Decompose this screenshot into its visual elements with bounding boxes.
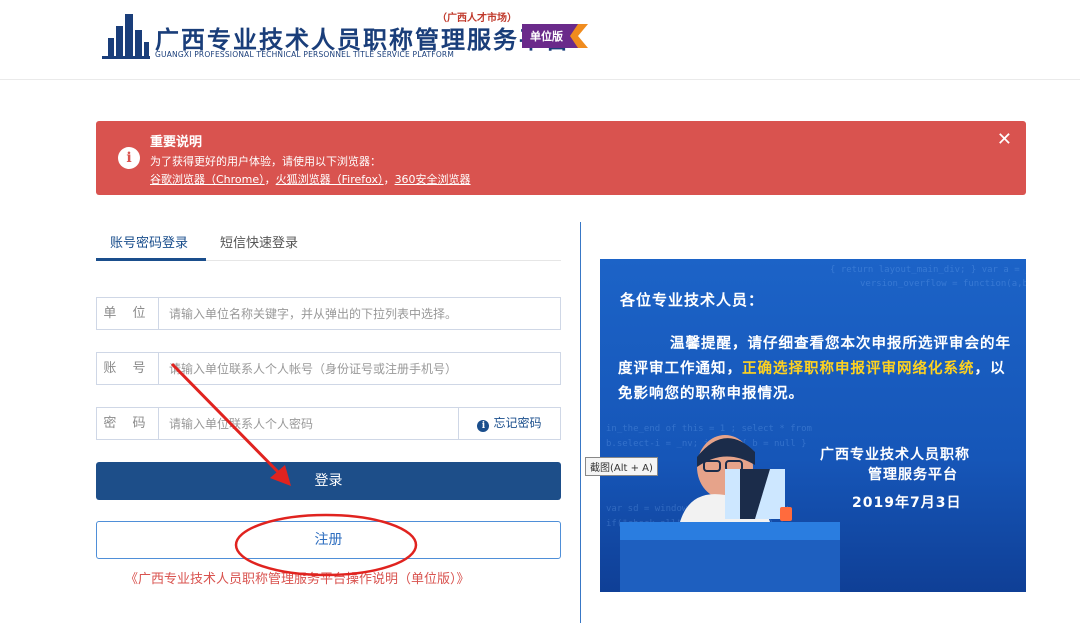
notice-title: 重要说明 [150,135,203,150]
building-logo-icon [102,14,150,59]
announcement-banner: { return layout_main_div; } var a = _nex… [600,259,1026,592]
banner-highlight: 正确选择职称申报评审网络化系统 [742,361,975,377]
banner-org-line2: 管理服务平台 [868,467,958,483]
unit-input[interactable] [159,298,559,329]
forget-password-label: 忘记密码 [493,416,542,430]
unit-label: 单 位 [97,298,159,329]
screenshot-tooltip: 截图(Alt + A) [585,457,658,476]
info-icon: i [118,147,140,169]
vertical-divider [580,222,581,623]
chrome-link[interactable]: 谷歌浏览器（Chrome） [150,173,265,186]
browser-notice: i 重要说明 为了获得更好的用户体验，请使用以下浏览器： 谷歌浏览器（Chrom… [96,121,1026,195]
code-texture: { return layout_main_div; } var a = _nex… [830,265,1026,275]
360-browser-link[interactable]: 360安全浏览器 [395,173,471,186]
link-separator: ， [383,173,395,186]
password-input[interactable] [159,408,457,439]
manual-link[interactable]: 《广西专业技术人员职称管理服务平台操作说明（单位版）》 [125,568,470,587]
password-field: 密 码 i 忘记密码 [96,407,561,440]
banner-message: 温馨提醒，请仔细查看您本次申报所选评审会的年度评审工作通知，正确选择职称申报评审… [618,332,1018,407]
firefox-link[interactable]: 火狐浏览器（Firefox） [276,173,384,186]
account-label: 账 号 [97,353,159,384]
forget-password-button[interactable]: i 忘记密码 [458,408,560,439]
account-input[interactable] [159,353,559,384]
account-field: 账 号 [96,352,561,385]
office-worker-illustration [620,435,840,592]
info-icon: i [477,420,490,432]
close-icon[interactable]: ✕ [997,129,1012,150]
code-texture: version_overflow = function(a,b) [860,279,1026,289]
banner-date: 2019年7月3日 [852,495,962,511]
link-separator: ， [264,173,276,186]
notice-message: 为了获得更好的用户体验，请使用以下浏览器： [150,155,381,168]
banner-greeting: 各位专业技术人员： [620,291,765,309]
site-header: （广西人才市场） 广西专业技术人员职称管理服务平台 GUANGXI PROFES… [0,0,1080,80]
tab-password-login[interactable]: 账号密码登录 [96,232,206,261]
login-tabs: 账号密码登录 短信快速登录 [96,232,561,261]
unit-field: 单 位 [96,297,561,330]
site-title-english: GUANGXI PROFESSIONAL TECHNICAL PERSONNEL… [155,50,455,59]
register-button[interactable]: 注册 [96,521,561,559]
password-label: 密 码 [97,408,159,439]
tab-sms-login[interactable]: 短信快速登录 [220,232,298,261]
edition-badge: 单位版 [530,30,563,43]
login-button[interactable]: 登录 [96,462,561,500]
browser-links: 谷歌浏览器（Chrome），火狐浏览器（Firefox），360安全浏览器 [150,171,471,187]
